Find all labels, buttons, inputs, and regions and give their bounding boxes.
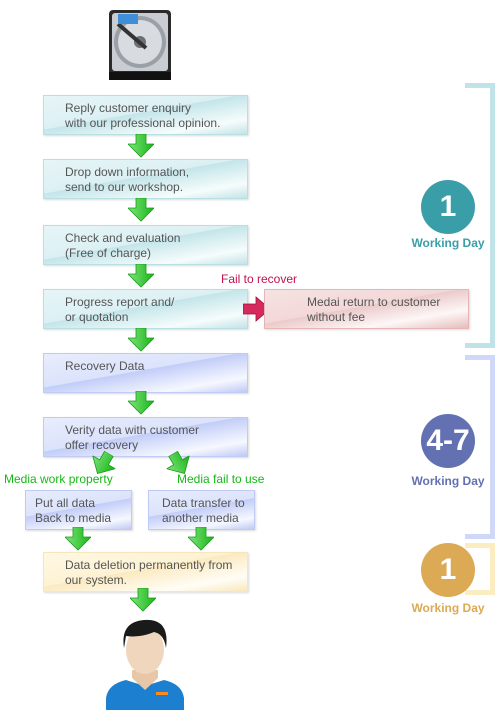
step-text: Check and evaluation	[65, 231, 181, 245]
step-text: with our professional opinion.	[65, 116, 221, 130]
timeline-label-1: Working Day	[411, 236, 485, 250]
timeline-badge-2: 4-7	[421, 414, 475, 468]
branch-right-label: Media fail to use	[177, 472, 265, 486]
green-down-arrow-icon	[128, 328, 154, 352]
step-text: Medai return to customer	[307, 295, 441, 309]
step-text: Verity data with customer	[65, 423, 200, 437]
step-text: (Free of charge)	[65, 246, 152, 260]
green-down-arrow-icon	[188, 527, 214, 551]
step-media-return: Medai return to customer without fee	[264, 289, 469, 329]
green-down-arrow-icon	[128, 198, 154, 222]
step-text: another media	[162, 511, 239, 525]
step-text: Progress report and/	[65, 295, 175, 309]
step-data-deletion: Data deletion permanently from our system…	[43, 552, 248, 592]
hard-drive-icon	[109, 10, 171, 80]
green-down-arrow-icon	[65, 527, 91, 551]
step-text: Put all data	[35, 496, 96, 510]
timeline-label-2: Working Day	[411, 474, 485, 488]
step-reply-enquiry: Reply customer enquiry with our professio…	[43, 95, 248, 135]
step-text: without fee	[307, 310, 366, 324]
timeline-label-3: Working Day	[411, 601, 485, 615]
step-text: Drop down information,	[65, 165, 190, 179]
step-data-transfer: Data transfer to another media	[148, 490, 255, 530]
step-recovery-data: Recovery Data	[43, 353, 248, 393]
step-text: Back to media	[35, 511, 112, 525]
green-down-arrow-icon	[128, 264, 154, 288]
timeline-badge-1: 1	[421, 180, 475, 234]
green-down-arrow-icon	[130, 588, 156, 612]
step-text: Data transfer to	[162, 496, 245, 510]
step-check-evaluation: Check and evaluation (Free of charge)	[43, 225, 248, 265]
step-progress-report: Progress report and/or quotation	[43, 289, 248, 329]
green-down-arrow-icon	[128, 134, 154, 158]
step-text: Data deletion permanently from	[65, 558, 233, 572]
step-text: Reply customer enquiry	[65, 101, 192, 115]
step-text: offer recovery	[65, 438, 139, 452]
green-down-arrow-icon	[128, 391, 154, 415]
timeline-badge-3: 1	[421, 543, 475, 597]
step-verify-data: Verity data with customer offer recovery	[43, 417, 248, 457]
step-drop-down: Drop down information, send to our worksh…	[43, 159, 248, 199]
step-put-back: Put all data Back to media	[25, 490, 132, 530]
step-text: Recovery Data	[65, 359, 145, 373]
fail-label: Fail to recover	[221, 272, 298, 286]
step-text: our system.	[65, 573, 128, 587]
branch-left-label: Media work property	[4, 472, 113, 486]
customer-person-icon	[106, 619, 184, 710]
step-text: or quotation	[65, 310, 129, 324]
step-text: send to our workshop.	[65, 180, 184, 194]
